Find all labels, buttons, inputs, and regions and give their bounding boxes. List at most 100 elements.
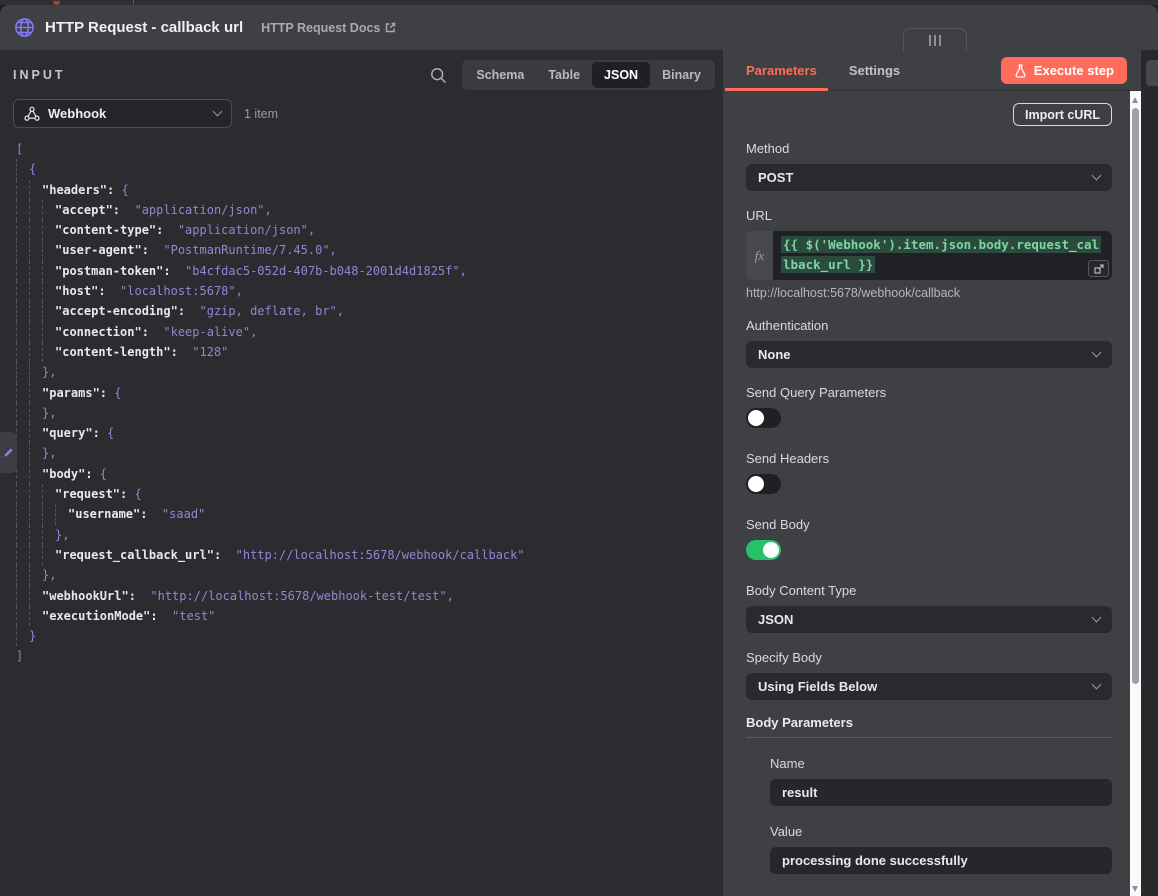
drag-bar-icon <box>939 35 941 46</box>
authentication-value: None <box>758 347 791 362</box>
indent-guide <box>29 525 42 545</box>
send-body-toggle[interactable] <box>746 540 781 560</box>
tab-binary[interactable]: Binary <box>650 62 713 88</box>
scrollbar-down-arrow[interactable] <box>1132 886 1138 892</box>
param-name-input[interactable] <box>770 779 1112 806</box>
indent-guide <box>29 545 42 565</box>
tab-table[interactable]: Table <box>536 62 592 88</box>
indent-guide <box>29 504 42 524</box>
specify-body-select[interactable]: Using Fields Below <box>746 673 1112 700</box>
indent-guide <box>16 342 29 362</box>
input-node-name: Webhook <box>48 106 214 121</box>
body-parameters-divider <box>746 737 1112 738</box>
indent-guide <box>42 200 55 220</box>
panel-drag-handle[interactable] <box>903 28 967 51</box>
indent-guide <box>42 240 55 260</box>
json-line: [ <box>16 139 723 159</box>
tab-settings[interactable]: Settings <box>849 63 900 78</box>
indent-guide <box>16 525 29 545</box>
tab-schema[interactable]: Schema <box>464 62 536 88</box>
parameters-panel: Parameters Settings Execute step <box>723 50 1158 896</box>
url-expression-field[interactable]: fx {{ $('Webhook').item.json.body.reques… <box>746 231 1112 280</box>
expand-expression-button[interactable] <box>1088 260 1109 277</box>
indent-guide <box>16 423 29 443</box>
indent-guide <box>29 301 42 321</box>
body-content-type-label: Body Content Type <box>746 583 1112 598</box>
indent-guide <box>42 261 55 281</box>
url-expression-text: {{ $('Webhook').item.json.body.request_c… <box>781 236 1101 273</box>
method-select[interactable]: POST <box>746 164 1112 191</box>
json-line: "body": { <box>16 464 723 484</box>
input-panel-header: INPUT Schema Table JSON Binary <box>13 60 715 90</box>
body-content-type-value: JSON <box>758 612 793 627</box>
indent-guide <box>29 383 42 403</box>
json-line: "executionMode": "test" <box>16 606 723 626</box>
json-line: }, <box>16 362 723 382</box>
flask-icon <box>1014 64 1027 78</box>
method-value: POST <box>758 170 793 185</box>
json-line: "headers": { <box>16 180 723 200</box>
json-line: { <box>16 159 723 179</box>
json-line: "request": { <box>16 484 723 504</box>
scrollbar-up-arrow[interactable] <box>1132 97 1138 103</box>
import-curl-button[interactable]: Import cURL <box>1013 103 1112 126</box>
json-line: "postman-token": "b4cfdac5-052d-407b-b04… <box>16 261 723 281</box>
scrollbar-track[interactable] <box>1130 91 1141 896</box>
edit-output-tab[interactable] <box>0 432 17 473</box>
indent-guide <box>29 342 42 362</box>
input-node-selector[interactable]: Webhook <box>13 99 232 128</box>
scrollbar-thumb[interactable] <box>1132 108 1139 684</box>
indent-guide <box>29 362 42 382</box>
input-source-row: Webhook 1 item <box>13 99 710 128</box>
search-icon[interactable] <box>430 67 447 84</box>
tab-json[interactable]: JSON <box>592 62 650 88</box>
indent-guide <box>42 220 55 240</box>
execute-step-button[interactable]: Execute step <box>1001 57 1127 84</box>
external-link-icon <box>385 22 396 33</box>
globe-icon <box>14 17 35 38</box>
indent-guide <box>16 240 29 260</box>
indent-guide <box>42 342 55 362</box>
param-value-input[interactable] <box>770 847 1112 874</box>
indent-guide <box>16 362 29 382</box>
indent-guide <box>29 200 42 220</box>
json-line: }, <box>16 565 723 585</box>
chevron-down-icon <box>1092 171 1102 181</box>
json-line: "webhookUrl": "http://localhost:5678/web… <box>16 586 723 606</box>
json-line: "connection": "keep-alive", <box>16 322 723 342</box>
json-line: "accept": "application/json", <box>16 200 723 220</box>
docs-link[interactable]: HTTP Request Docs <box>261 21 396 35</box>
indent-guide <box>16 301 29 321</box>
indent-guide <box>29 565 42 585</box>
indent-guide <box>16 504 29 524</box>
tab-parameters[interactable]: Parameters <box>746 63 817 78</box>
panel-tabs-header: Parameters Settings Execute step <box>723 50 1158 91</box>
specify-body-label: Specify Body <box>746 650 1112 665</box>
indent-guide <box>42 322 55 342</box>
drag-bar-icon <box>934 35 936 46</box>
json-line: "username": "saad" <box>16 504 723 524</box>
indent-guide <box>16 220 29 240</box>
send-headers-toggle[interactable] <box>746 474 781 494</box>
indent-guide <box>29 484 42 504</box>
indent-guide <box>16 443 29 463</box>
pencil-icon <box>3 447 14 458</box>
screen: HTTP Request - callback url HTTP Request… <box>0 0 1158 896</box>
authentication-select[interactable]: None <box>746 341 1112 368</box>
indent-guide <box>16 261 29 281</box>
json-line: }, <box>16 403 723 423</box>
indent-guide <box>42 525 55 545</box>
indent-guide <box>42 281 55 301</box>
indent-guide <box>16 626 29 646</box>
body-content-type-select[interactable]: JSON <box>746 606 1112 633</box>
input-view-tabs: Schema Table JSON Binary <box>462 60 715 90</box>
collapsed-panel-handle[interactable] <box>1146 60 1158 86</box>
json-tree[interactable]: [{"headers": {"accept": "application/jso… <box>0 139 723 667</box>
modal-content: INPUT Schema Table JSON Binary <box>0 50 1158 896</box>
send-query-parameters-toggle[interactable] <box>746 408 781 428</box>
method-label: Method <box>746 141 1112 156</box>
send-body-label: Send Body <box>746 517 1112 532</box>
url-expression-editor[interactable]: {{ $('Webhook').item.json.body.request_c… <box>773 231 1112 280</box>
chevron-down-icon <box>213 107 223 117</box>
indent-guide <box>29 261 42 281</box>
